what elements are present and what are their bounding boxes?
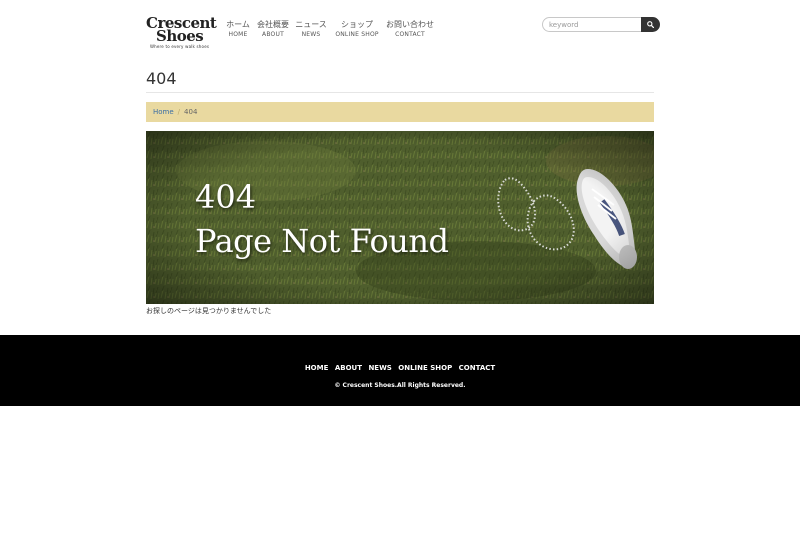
nav-item-home[interactable]: ホーム HOME (226, 20, 250, 40)
nav-label-en: HOME (228, 31, 248, 38)
nav-item-about[interactable]: 会社概要 ABOUT (257, 20, 289, 40)
search-form (542, 17, 660, 32)
nav-label-en: CONTACT (395, 31, 425, 38)
breadcrumb: Home/404 (146, 102, 654, 122)
breadcrumb-separator: / (177, 108, 181, 116)
nav-item-news[interactable]: ニュース NEWS (295, 20, 327, 40)
hero-heading-line1: 404 (195, 178, 257, 216)
footer-link-home[interactable]: HOME (305, 364, 329, 372)
hero-banner: 404 Page Not Found (146, 131, 654, 304)
nav-label-en: ABOUT (262, 31, 284, 38)
footer-link-news[interactable]: NEWS (368, 364, 391, 372)
copyright-text: © Crescent Shoes.All Rights Reserved. (334, 382, 466, 389)
footer-nav: HOME ABOUT NEWS ONLINE SHOP CONTACT (0, 364, 800, 372)
nav-label-en: ONLINE SHOP (335, 31, 379, 38)
nav-label-en: NEWS (301, 31, 321, 38)
nav-label-jp: ニュース (295, 20, 327, 29)
site-logo[interactable]: Crescent Shoes Where to every walk shoes (146, 16, 217, 50)
nav-item-online-shop[interactable]: ショップ ONLINE SHOP (335, 20, 378, 40)
footer-link-contact[interactable]: CONTACT (459, 364, 496, 372)
nav-label-jp: 会社概要 (257, 20, 289, 29)
logo-text-line2: Shoes (156, 27, 204, 45)
title-divider (146, 92, 654, 93)
nav-item-contact[interactable]: お問い合わせ CONTACT (386, 20, 434, 40)
search-button[interactable] (641, 17, 660, 32)
not-found-message: お探しのページは見つかりませんでした (146, 307, 272, 315)
breadcrumb-home-link[interactable]: Home (153, 108, 174, 116)
logo-tagline: Where to every walk shoes (150, 44, 210, 49)
nav-label-jp: お問い合わせ (386, 20, 434, 29)
nav-label-jp: ホーム (226, 20, 250, 29)
page: Crescent Shoes Where to every walk shoes… (0, 0, 800, 560)
search-icon (647, 21, 654, 28)
breadcrumb-current: 404 (184, 108, 198, 116)
footer-link-about[interactable]: ABOUT (335, 364, 362, 372)
footer-link-online-shop[interactable]: ONLINE SHOP (398, 364, 452, 372)
site-footer: HOME ABOUT NEWS ONLINE SHOP CONTACT © Cr… (0, 335, 800, 406)
hero-grass-image (146, 131, 654, 304)
nav-label-jp: ショップ (341, 20, 373, 29)
page-title: 404 (146, 69, 177, 88)
search-input[interactable] (542, 17, 642, 32)
hero-heading-line2: Page Not Found (195, 222, 449, 260)
